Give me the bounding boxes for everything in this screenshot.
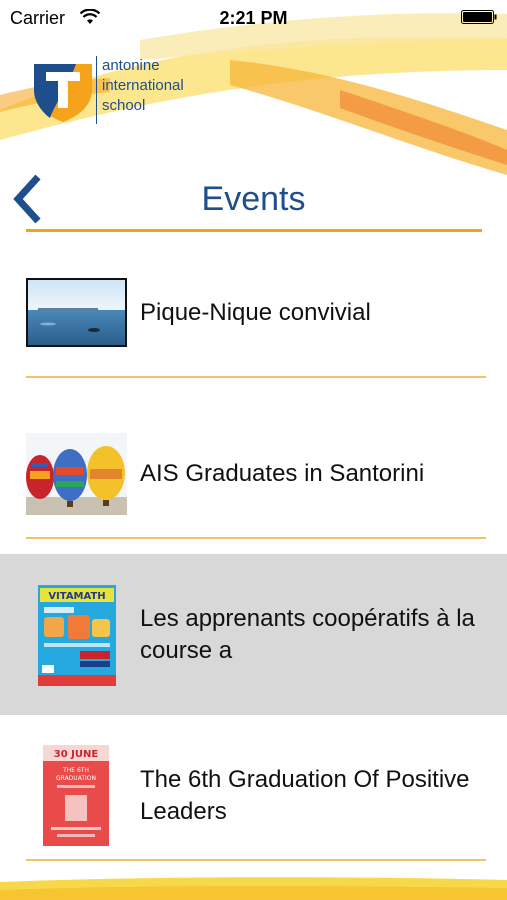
event-row[interactable]: Pique-Nique convivial: [0, 232, 507, 393]
row-separator: [26, 859, 486, 861]
graduation-poster: 30 JUNE THE 6TH GRADUATION: [43, 745, 109, 846]
event-row[interactable]: AIS Graduates in Santorini: [0, 393, 507, 554]
row-separator: [26, 537, 486, 539]
event-title: Les apprenants coopératifs à la course a: [140, 604, 475, 664]
school-name-line-3: school: [102, 97, 146, 114]
graduation-poster-date: 30 JUNE: [54, 749, 99, 760]
status-bar: Carrier 2:21 PM: [0, 0, 507, 36]
clock: 2:21 PM: [219, 8, 288, 28]
battery-icon: [461, 10, 497, 24]
event-title: The 6th Graduation Of Positive Leaders: [140, 765, 470, 825]
school-logo: [34, 64, 92, 122]
school-name-line-1: antonine: [102, 57, 160, 74]
hot-air-balloons-thumbnail: [26, 433, 127, 515]
vitamath-poster: VITAMATH: [38, 585, 116, 686]
event-title: AIS Graduates in Santorini: [140, 459, 425, 487]
lake-photo: [28, 280, 125, 345]
hot-air-balloons-photo: [26, 433, 127, 515]
nav-bar: Events: [0, 170, 507, 230]
graduation-poster-thumbnail: 30 JUNE THE 6TH GRADUATION: [43, 745, 109, 846]
graduation-poster-line-1: THE 6TH: [62, 767, 89, 774]
school-name: antonine international school: [96, 56, 184, 124]
event-row[interactable]: 30 JUNE THE 6TH GRADUATION The 6th Gradu…: [0, 715, 507, 876]
lake-photo-thumbnail: [26, 278, 127, 347]
footer-brush-decoration: [0, 872, 507, 900]
vitamath-poster-text: VITAMATH: [48, 591, 105, 602]
event-row[interactable]: VITAMATH Les apprenants coopératifs à la…: [0, 554, 507, 715]
row-separator: [26, 376, 486, 378]
page-title: Events: [201, 180, 306, 218]
vitamath-poster-thumbnail: VITAMATH: [38, 585, 116, 686]
school-name-line-2: international: [102, 77, 184, 94]
graduation-poster-line-2: GRADUATION: [56, 775, 96, 782]
event-title: Pique-Nique convivial: [140, 298, 371, 326]
